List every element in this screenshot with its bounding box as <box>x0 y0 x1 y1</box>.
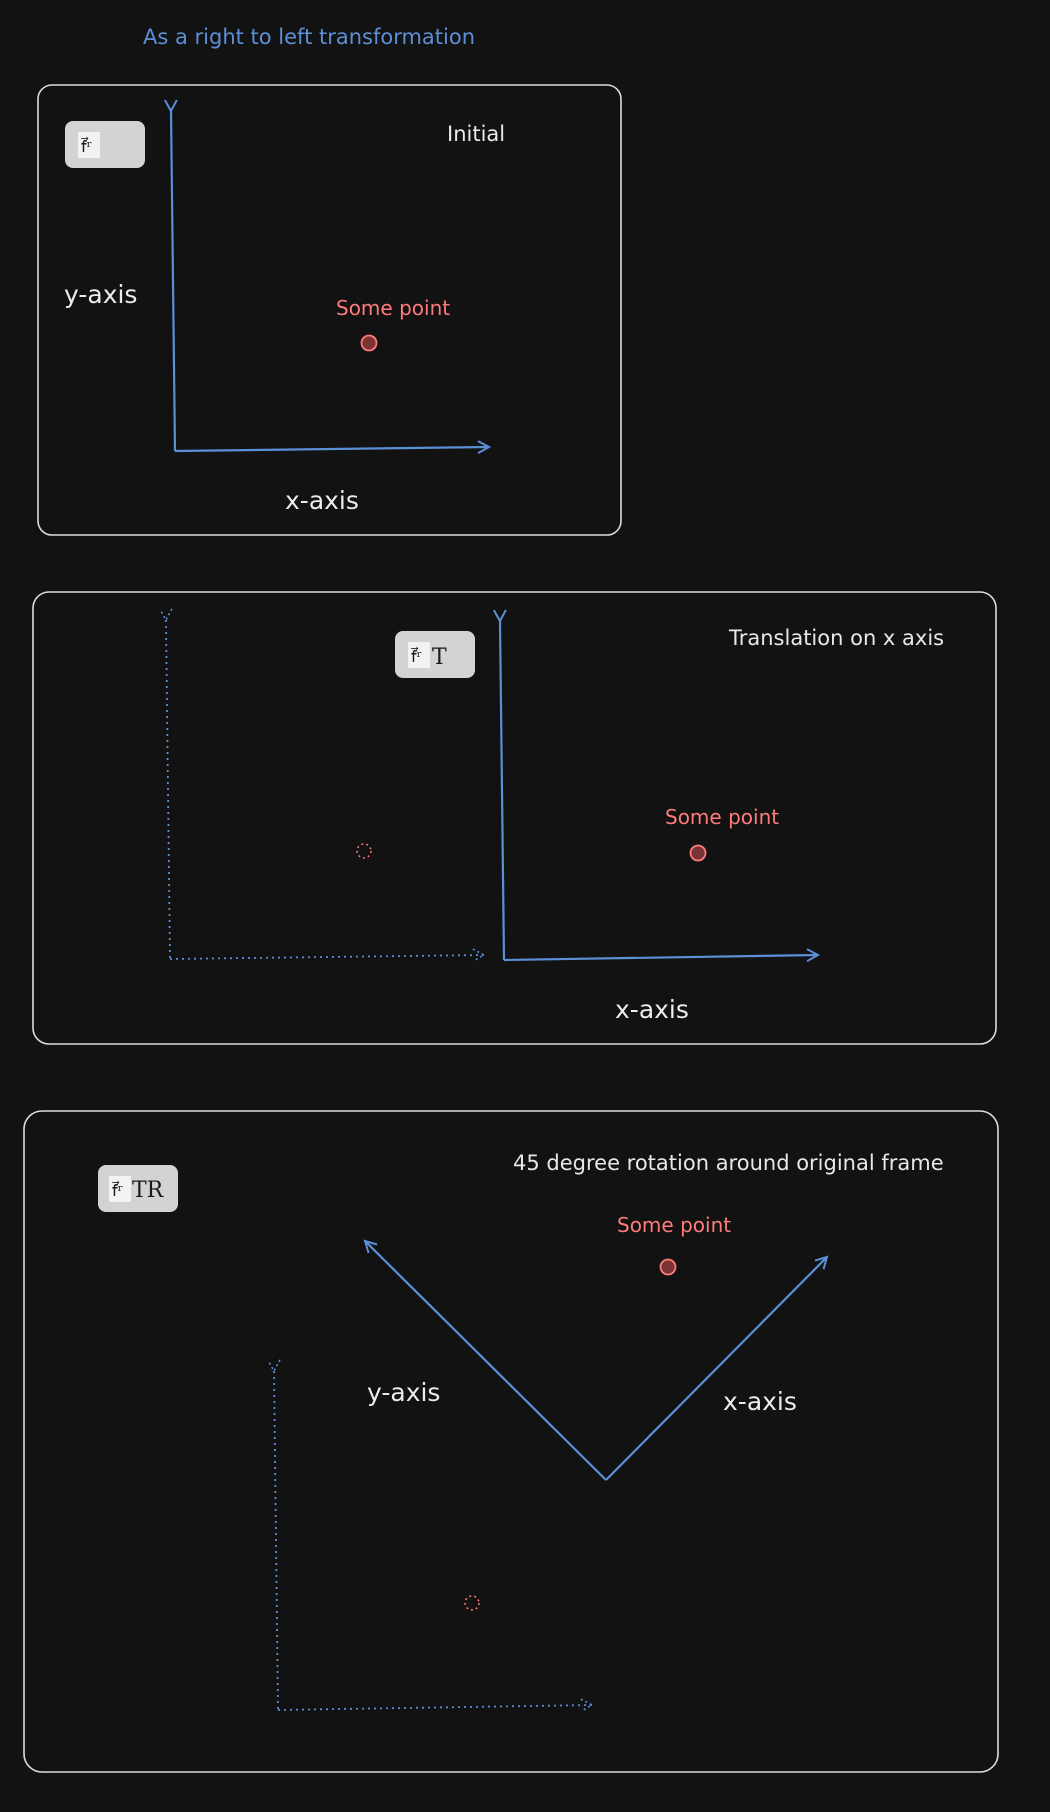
panel-rotation: f⃗ʳ TR 45 degree rotation around origina… <box>23 1110 999 1773</box>
badge-background <box>65 121 145 168</box>
ghost-point <box>356 843 372 859</box>
diagram-heading: As a right to left transformation <box>143 25 475 49</box>
ghost-point <box>464 1595 480 1611</box>
ghost-y-axis <box>166 620 170 960</box>
panel-title: 45 degree rotation around original frame <box>513 1151 944 1175</box>
panel-title: Initial <box>447 122 505 146</box>
ghost-x-axis <box>277 1705 592 1710</box>
x-axis-arrow <box>503 955 818 960</box>
frame-badge: f⃗ʳ TR <box>98 1165 178 1212</box>
y-axis-arrow <box>171 111 175 452</box>
panel-initial: f⃗ʳ Initial y-axis x-axis Some point <box>37 84 622 536</box>
frame-badge: f⃗ʳ <box>65 121 145 168</box>
point-label: Some point <box>665 805 779 829</box>
y-axis-arrow <box>500 621 504 961</box>
transform-suffix: T <box>432 645 447 670</box>
y-axis-arrow <box>365 1241 607 1481</box>
x-axis-arrow <box>605 1257 827 1481</box>
y-axis-label: y-axis <box>64 280 137 309</box>
frame-symbol: f⃗ʳ <box>81 136 92 156</box>
point-label: Some point <box>336 296 450 320</box>
ghost-x-axis <box>169 955 484 959</box>
frame-symbol: f⃗ʳ <box>411 646 422 666</box>
frame-symbol: f⃗ʳ <box>112 1180 123 1200</box>
panel-title: Translation on x axis <box>728 626 944 650</box>
ghost-y-axis <box>274 1371 278 1711</box>
diagram-canvas: As a right to left transformation f⃗ʳ In… <box>0 0 1050 1812</box>
panel-translation: f⃗ʳ T Translation on x axis x-axis Some … <box>32 591 997 1045</box>
frame-badge: f⃗ʳ T <box>395 631 475 678</box>
some-point <box>659 1258 677 1276</box>
x-axis-label: x-axis <box>285 486 359 515</box>
diagram-svg: As a right to left transformation f⃗ʳ In… <box>23 25 999 1773</box>
y-axis-label: y-axis <box>367 1378 440 1407</box>
some-point <box>360 334 378 352</box>
x-axis-label: x-axis <box>615 995 689 1024</box>
x-axis-arrow <box>174 447 489 451</box>
transform-suffix: TR <box>132 1178 165 1203</box>
some-point <box>689 844 707 862</box>
x-axis-label: x-axis <box>723 1387 797 1416</box>
point-label: Some point <box>617 1213 731 1237</box>
panel-frame <box>32 591 997 1045</box>
